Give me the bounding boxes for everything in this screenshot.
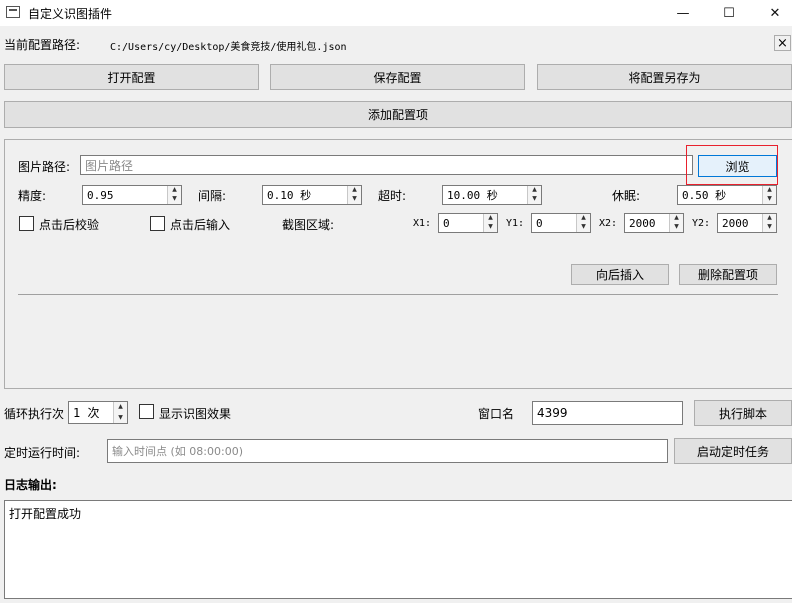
y2-label: Y2: xyxy=(692,218,711,229)
window-title: 自定义识图插件 xyxy=(28,7,113,21)
spin-up-icon[interactable]: ▲ xyxy=(577,214,590,223)
y1-spin-arrows[interactable]: ▲ ▼ xyxy=(576,214,590,232)
input-after-click-checkbox[interactable] xyxy=(150,216,165,231)
maximize-button[interactable]: ☐ xyxy=(706,0,752,26)
timeout-label: 超时: xyxy=(378,189,407,203)
delete-config-item-button[interactable]: 删除配置项 xyxy=(679,264,777,285)
y1-label: Y1: xyxy=(506,218,525,229)
interval-value: 0.10 秒 xyxy=(267,189,312,202)
x1-spinbox[interactable]: 0 ▲ ▼ xyxy=(438,213,498,233)
y2-value: 2000 xyxy=(722,216,749,230)
sleep-label: 休眠: xyxy=(612,189,641,203)
spin-up-icon[interactable]: ▲ xyxy=(484,214,497,223)
x2-spin-arrows[interactable]: ▲ ▼ xyxy=(669,214,683,232)
spin-down-icon[interactable]: ▼ xyxy=(114,413,127,424)
spin-down-icon[interactable]: ▼ xyxy=(348,195,361,204)
image-path-label: 图片路径: xyxy=(18,160,71,174)
timeout-value: 10.00 秒 xyxy=(447,189,498,202)
log-output[interactable]: 打开配置成功 xyxy=(4,500,792,599)
spin-up-icon[interactable]: ▲ xyxy=(670,214,683,223)
schedule-label: 定时运行时间: xyxy=(4,446,81,460)
sleep-value: 0.50 秒 xyxy=(682,189,727,202)
config-path-label: 当前配置路径: xyxy=(4,38,81,52)
spin-down-icon[interactable]: ▼ xyxy=(168,195,181,204)
open-config-button[interactable]: 打开配置 xyxy=(4,64,259,90)
schedule-time-input[interactable]: 输入时间点 (如 08:00:00) xyxy=(107,439,668,463)
spin-up-icon[interactable]: ▲ xyxy=(763,214,776,223)
interval-spin-arrows[interactable]: ▲ ▼ xyxy=(347,186,361,204)
spin-up-icon[interactable]: ▲ xyxy=(114,402,127,413)
y1-value: 0 xyxy=(536,216,543,230)
verify-after-click-checkbox[interactable] xyxy=(19,216,34,231)
y1-spinbox[interactable]: 0 ▲ ▼ xyxy=(531,213,591,233)
image-path-input[interactable]: 图片路径 xyxy=(80,155,693,175)
spin-down-icon[interactable]: ▼ xyxy=(670,223,683,232)
config-item-panel xyxy=(4,139,792,389)
log-label: 日志输出: xyxy=(4,478,57,492)
start-schedule-button[interactable]: 启动定时任务 xyxy=(674,438,792,464)
save-config-as-button[interactable]: 将配置另存为 xyxy=(537,64,792,90)
window-name-input[interactable]: 4399 xyxy=(532,401,683,425)
insert-after-button[interactable]: 向后插入 xyxy=(571,264,669,285)
x2-value: 2000 xyxy=(629,216,656,230)
verify-after-click-label[interactable]: 点击后校验 xyxy=(39,216,99,233)
precision-spinbox[interactable]: 0.95 ▲ ▼ xyxy=(82,185,182,205)
x1-value: 0 xyxy=(443,216,450,230)
interval-label: 间隔: xyxy=(198,189,227,203)
spin-up-icon[interactable]: ▲ xyxy=(348,186,361,195)
y2-spinbox[interactable]: 2000 ▲ ▼ xyxy=(717,213,777,233)
loop-count-value: 1 次 xyxy=(73,406,100,420)
window-name-label: 窗口名 xyxy=(478,407,515,421)
spin-up-icon[interactable]: ▲ xyxy=(168,186,181,195)
loop-spin-arrows[interactable]: ▲ ▼ xyxy=(113,402,127,423)
show-result-label[interactable]: 显示识图效果 xyxy=(159,405,231,422)
spin-up-icon[interactable]: ▲ xyxy=(528,186,541,195)
spin-down-icon[interactable]: ▼ xyxy=(528,195,541,204)
sleep-spinbox[interactable]: 0.50 秒 ▲ ▼ xyxy=(677,185,777,205)
execute-script-button[interactable]: 执行脚本 xyxy=(694,400,792,426)
precision-label: 精度: xyxy=(18,189,47,203)
spin-down-icon[interactable]: ▼ xyxy=(763,195,776,204)
timeout-spinbox[interactable]: 10.00 秒 ▲ ▼ xyxy=(442,185,542,205)
loop-count-label: 循环执行次 xyxy=(4,407,65,421)
precision-spin-arrows[interactable]: ▲ ▼ xyxy=(167,186,181,204)
spin-down-icon[interactable]: ▼ xyxy=(763,223,776,232)
interval-spinbox[interactable]: 0.10 秒 ▲ ▼ xyxy=(262,185,362,205)
config-path-value: C:/Users/cy/Desktop/美食竞技/使用礼包.json xyxy=(110,42,347,53)
close-window-button[interactable]: ✕ xyxy=(752,0,792,26)
x1-spin-arrows[interactable]: ▲ ▼ xyxy=(483,214,497,232)
highlight-box xyxy=(686,145,778,185)
capture-region-label: 截图区域: xyxy=(282,218,335,232)
spin-down-icon[interactable]: ▼ xyxy=(484,223,497,232)
precision-value: 0.95 xyxy=(87,188,114,202)
y2-spin-arrows[interactable]: ▲ ▼ xyxy=(762,214,776,232)
x2-label: X2: xyxy=(599,218,618,229)
sleep-spin-arrows[interactable]: ▲ ▼ xyxy=(762,186,776,204)
timeout-spin-arrows[interactable]: ▲ ▼ xyxy=(527,186,541,204)
input-after-click-label[interactable]: 点击后输入 xyxy=(170,216,230,233)
x2-spinbox[interactable]: 2000 ▲ ▼ xyxy=(624,213,684,233)
add-config-item-button[interactable]: 添加配置项 xyxy=(4,101,792,128)
minimize-button[interactable]: — xyxy=(660,0,706,26)
save-config-button[interactable]: 保存配置 xyxy=(270,64,525,90)
spin-down-icon[interactable]: ▼ xyxy=(577,223,590,232)
show-result-checkbox[interactable] xyxy=(139,404,154,419)
loop-count-spinbox[interactable]: 1 次 ▲ ▼ xyxy=(68,401,128,424)
spin-up-icon[interactable]: ▲ xyxy=(763,186,776,195)
item-divider xyxy=(18,294,778,295)
x1-label: X1: xyxy=(413,218,432,229)
app-window-icon xyxy=(6,6,20,18)
clear-path-button[interactable]: × xyxy=(774,35,791,51)
